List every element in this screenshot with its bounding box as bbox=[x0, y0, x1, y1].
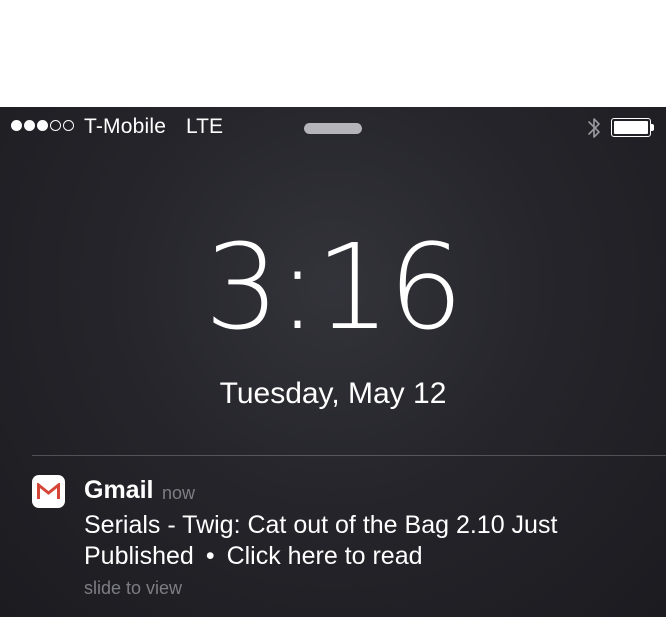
notification-action-text: Click here to read bbox=[226, 542, 423, 570]
notification-message-line: Serials - Twig: Cat out of the Bag 2.10 … bbox=[84, 511, 558, 539]
notification-app-name: Gmail bbox=[84, 476, 154, 504]
signal-dot bbox=[24, 120, 35, 131]
lock-screen[interactable]: T-Mobile LTE 3:16 Tuesday, May 12 Gmail … bbox=[0, 107, 666, 617]
network-type: LTE bbox=[186, 115, 223, 138]
notification-center-grabber[interactable] bbox=[304, 123, 362, 134]
gmail-icon bbox=[32, 475, 65, 508]
lock-date: Tuesday, May 12 bbox=[219, 377, 447, 410]
notification-message: Serials - Twig: Cat out of the Bag 2.10 … bbox=[84, 510, 644, 572]
slide-to-view-hint: slide to view bbox=[84, 578, 183, 598]
carrier-name: T-Mobile bbox=[84, 115, 167, 138]
status-bar: T-Mobile LTE bbox=[0, 107, 666, 147]
notification-message-line: Published • Click here to read bbox=[84, 541, 644, 572]
signal-dot bbox=[63, 120, 74, 131]
lock-time: 3:16 bbox=[204, 218, 464, 356]
signal-strength-indicator bbox=[11, 120, 74, 131]
bluetooth-icon bbox=[588, 118, 600, 138]
battery-icon bbox=[611, 118, 654, 137]
notification-message-text: Published bbox=[84, 542, 194, 570]
notification-time: now bbox=[162, 483, 196, 503]
signal-dot bbox=[11, 120, 22, 131]
notification-item[interactable]: Gmail now Serials - Twig: Cat out of the… bbox=[0, 456, 666, 617]
signal-dot bbox=[37, 120, 48, 131]
signal-dot bbox=[50, 120, 61, 131]
blank-area bbox=[0, 0, 666, 107]
bullet-separator: • bbox=[205, 542, 215, 570]
